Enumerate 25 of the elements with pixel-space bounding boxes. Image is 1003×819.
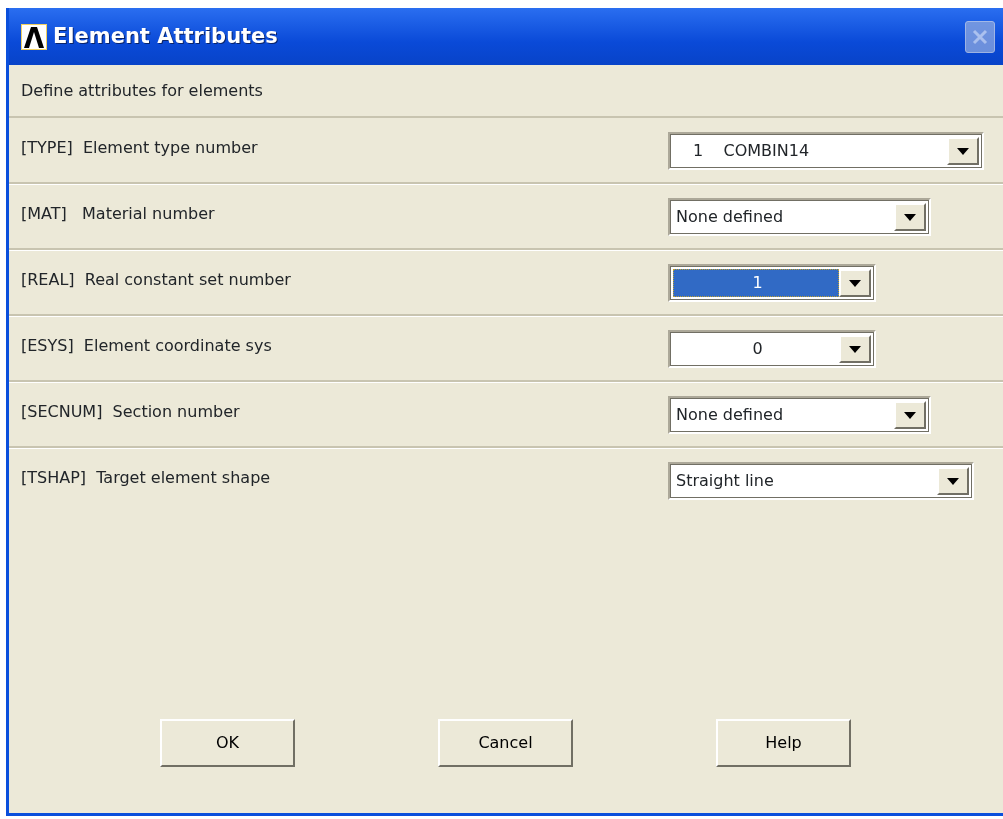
- field-label: [SECNUM] Section number: [20, 401, 241, 423]
- field-label: [ESYS] Element coordinate sys: [20, 335, 273, 357]
- dropdown[interactable]: None defined: [668, 396, 931, 434]
- close-icon: [971, 27, 989, 46]
- caret-icon: [957, 147, 969, 155]
- dropdown[interactable]: None defined: [668, 198, 931, 236]
- description-text: Define attributes for elements: [9, 65, 1003, 118]
- dropdown[interactable]: 1: [668, 264, 876, 302]
- dialog-button[interactable]: Help: [716, 719, 851, 767]
- caret-icon: [947, 477, 959, 485]
- dialog-button[interactable]: Cancel: [438, 719, 573, 767]
- field-label: [MAT] Material number: [20, 203, 216, 225]
- caret-icon: [849, 279, 861, 287]
- window-title: Element Attributes: [53, 22, 278, 50]
- field-label: [TSHAP] Target element shape: [20, 467, 272, 489]
- caret-icon: [849, 345, 861, 353]
- caret-icon: [904, 213, 916, 221]
- field-label: [TYPE] Element type number: [20, 137, 259, 159]
- dropdown[interactable]: 1 COMBIN14: [668, 132, 984, 170]
- logo-icon: [21, 23, 47, 50]
- dialog-button[interactable]: OK: [160, 719, 295, 767]
- field-label: [REAL] Real constant set number: [20, 269, 292, 291]
- dropdown[interactable]: Straight line: [668, 462, 974, 500]
- dropdown[interactable]: 0: [668, 330, 876, 368]
- caret-icon: [904, 411, 916, 419]
